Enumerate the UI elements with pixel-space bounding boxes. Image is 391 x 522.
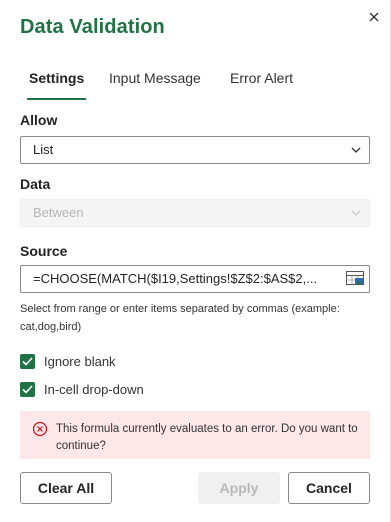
tab-error-alert-label: Error Alert [230, 70, 294, 86]
cancel-button[interactable]: Cancel [288, 472, 370, 504]
in-cell-dropdown-label: In-cell drop-down [44, 381, 144, 397]
close-button[interactable] [365, 8, 383, 26]
apply-button: Apply [198, 472, 280, 504]
checkmark-icon [22, 356, 33, 366]
in-cell-dropdown-box[interactable] [20, 381, 35, 397]
source-label: Source [20, 243, 68, 259]
active-tab-indicator [27, 98, 87, 100]
data-value: Between [33, 205, 84, 220]
data-validation-dialog: Data Validation Settings Input Message E… [0, 0, 391, 522]
tab-settings[interactable]: Settings [27, 68, 87, 100]
checkmark-icon [22, 384, 33, 394]
error-message-bar: This formula currently evaluates to an e… [20, 411, 370, 459]
in-cell-dropdown-checkbox[interactable]: In-cell drop-down [20, 380, 144, 398]
dialog-title: Data Validation [20, 16, 165, 38]
source-input[interactable]: =CHOOSE(MATCH($I19,Settings!$Z$2:$AS$2,.… [20, 265, 370, 293]
ignore-blank-box[interactable] [20, 353, 35, 369]
tab-input-message-label: Input Message [109, 70, 201, 86]
clear-all-button[interactable]: Clear All [20, 472, 112, 504]
source-hint: Select from range or enter items separat… [20, 303, 340, 333]
tab-error-alert[interactable]: Error Alert [230, 68, 293, 100]
error-circle-icon [32, 421, 48, 437]
tab-input-message[interactable]: Input Message [109, 68, 201, 100]
allow-label: Allow [20, 112, 58, 128]
data-dropdown: Between [20, 199, 370, 227]
close-icon [369, 12, 379, 22]
ignore-blank-label: Ignore blank [44, 353, 116, 369]
source-value: =CHOOSE(MATCH($I19,Settings!$Z$2:$AS$2,.… [33, 271, 318, 286]
range-select-icon[interactable] [346, 271, 364, 287]
chevron-down-icon [351, 147, 361, 153]
ignore-blank-checkbox[interactable]: Ignore blank [20, 352, 116, 370]
error-message-text: This formula currently evaluates to an e… [56, 423, 358, 452]
data-label: Data [20, 176, 51, 192]
allow-dropdown[interactable]: List [20, 136, 370, 164]
allow-value: List [33, 142, 54, 157]
tab-bar: Settings Input Message Error Alert [20, 68, 370, 100]
tab-settings-label: Settings [29, 70, 85, 86]
chevron-down-icon [351, 210, 361, 216]
